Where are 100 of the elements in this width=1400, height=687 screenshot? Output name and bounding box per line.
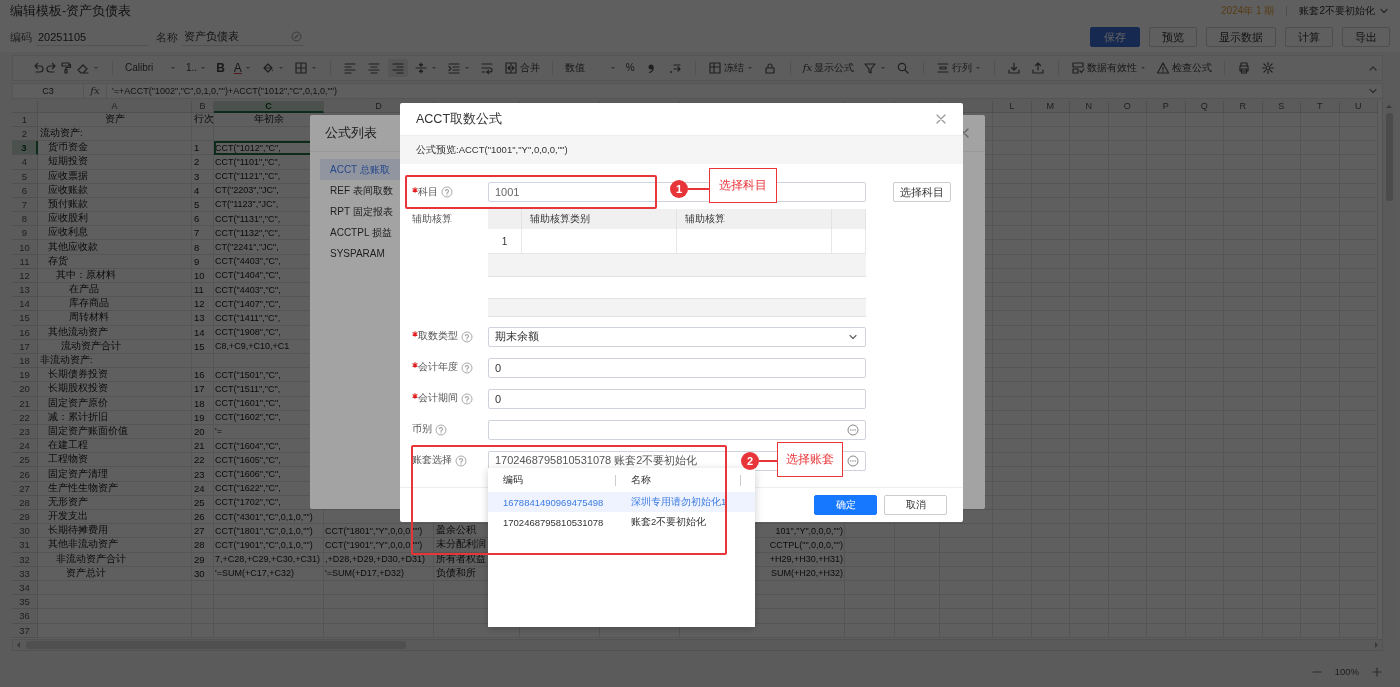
row-number[interactable]: 24 [12, 439, 38, 454]
action-button[interactable]: 预览 [1149, 27, 1197, 47]
row-number[interactable]: 29 [12, 510, 38, 525]
help-icon[interactable] [455, 454, 467, 467]
column-header: 名称 [631, 473, 651, 487]
bold-button[interactable]: B [213, 58, 228, 77]
input-field[interactable]: 0 [488, 357, 866, 378]
clear-icon[interactable] [291, 31, 302, 42]
align-left-icon[interactable] [342, 60, 357, 75]
action-button[interactable]: 保存 [1090, 27, 1140, 47]
formula-field[interactable]: '=+ACCT("1002","C",0,1,0,"")+ACCT("1012","C",0,1,0,"") [112, 85, 337, 96]
rows-columns-button[interactable]: 行列 [933, 58, 986, 77]
download-icon[interactable] [1007, 60, 1022, 75]
paint-brush-icon[interactable] [59, 60, 73, 75]
code-field[interactable]: 20251105 [36, 28, 148, 46]
table-cell: 长期债券投资 [38, 368, 192, 383]
step-badge: 2 [741, 452, 759, 470]
font-size-select[interactable]: 1.. [183, 60, 211, 76]
more-icon[interactable] [847, 454, 859, 467]
help-icon[interactable] [435, 423, 447, 436]
table-cell: CCT("1801","C",0,1,0,"") [214, 524, 324, 539]
row-number[interactable]: 36 [12, 609, 38, 624]
column-header[interactable]: N [1070, 100, 1109, 113]
zoom-in-icon[interactable] [1371, 666, 1383, 678]
font-select[interactable]: Calibri [122, 60, 180, 76]
dropdown-field[interactable]: 期末余额 [488, 326, 866, 347]
percent-button[interactable]: % [622, 60, 638, 76]
account-set-dropdown[interactable]: 账套2不要初始化 [1299, 4, 1390, 18]
table-cell: 7,+C28,+C29,+C30,+C31) [214, 552, 324, 567]
check-formula-button[interactable]: 检查公式 [1153, 58, 1216, 77]
align-right-button[interactable] [387, 58, 408, 77]
table-cell: 应收股利 [38, 212, 192, 227]
column-header[interactable]: M [1031, 100, 1070, 113]
input-field[interactable]: 0 [488, 388, 866, 409]
table-cell: 开发支出 [38, 510, 192, 525]
confirm-button[interactable]: 确定 [814, 495, 877, 515]
table-cell: 资产总计 [38, 566, 192, 581]
settings-icon[interactable] [1261, 60, 1276, 75]
table-cell: 20 [192, 424, 214, 440]
more-icon[interactable] [847, 423, 859, 436]
row-number[interactable]: 26 [12, 467, 38, 482]
table-cell: 23 [192, 467, 214, 482]
filter-icon [863, 60, 878, 75]
table-cell: 3 [192, 169, 214, 184]
upload-icon[interactable] [1031, 60, 1046, 75]
help-icon[interactable] [441, 186, 453, 198]
table-cell: 非流动资产: [38, 353, 192, 369]
font-color-button[interactable]: A [230, 58, 255, 77]
function-label: fx [84, 83, 107, 98]
table-cell: 27 [192, 524, 214, 539]
row-number[interactable]: 3 [12, 141, 38, 156]
table-cell: ,+D28,+D29,+D30,+D31) [324, 552, 434, 567]
show-formula-button[interactable]: fx 显示公式 [799, 58, 858, 77]
row-number[interactable]: 20 [12, 382, 38, 397]
table-cell: 9 [192, 254, 214, 269]
table-cell: 25 [192, 495, 214, 510]
printer-icon[interactable] [1237, 60, 1252, 75]
select-subject-button[interactable]: 选择科目 [893, 182, 951, 202]
cell-reference-field[interactable]: C3 [13, 83, 84, 98]
period-label: 2024年 1 期 [1221, 4, 1275, 18]
leader-line [688, 188, 709, 190]
search-icon[interactable] [896, 60, 911, 75]
action-button[interactable]: 显示数据 [1206, 27, 1276, 47]
name-field[interactable]: 资产负债表 [182, 28, 304, 46]
step-badge: 1 [670, 180, 688, 198]
table-cell: 5 [192, 197, 214, 213]
picker-field[interactable] [488, 419, 866, 440]
table-cell: 17 [192, 382, 214, 397]
help-icon[interactable] [461, 392, 473, 405]
number-format-select[interactable]: 数值 [561, 58, 620, 77]
help-icon[interactable] [461, 330, 473, 343]
column-header[interactable]: L [993, 100, 1032, 113]
lock-icon[interactable] [762, 60, 777, 75]
table-cell: 生产性生物资产 [38, 481, 192, 496]
action-button[interactable]: 导出 [1342, 27, 1390, 47]
table-cell: 6 [192, 212, 214, 227]
field-label: 科目 [418, 185, 438, 199]
table-cell: 15 [192, 339, 214, 354]
action-button[interactable]: 计算 [1285, 27, 1333, 47]
column-header[interactable]: C [214, 100, 324, 113]
align-center-icon[interactable] [366, 60, 381, 75]
table-cell: 19 [192, 410, 214, 425]
cancel-button[interactable]: 取消 [884, 495, 947, 515]
merge-button[interactable]: 合并 [500, 58, 543, 77]
close-icon[interactable] [935, 113, 947, 125]
table-cell: 11 [192, 283, 214, 298]
rows-columns-icon [936, 60, 951, 75]
help-icon[interactable] [461, 361, 473, 374]
vertical-align-icon [413, 60, 428, 75]
row-number[interactable]: 25 [12, 453, 38, 468]
row-number[interactable]: 31 [12, 538, 38, 553]
wrap-text-icon[interactable] [479, 60, 494, 75]
horizontal-scrollbar[interactable] [12, 639, 1383, 652]
field-label: 辅助核算 [412, 213, 452, 226]
table-cell: 固定资产清理 [38, 467, 192, 482]
table-cell: 12 [192, 297, 214, 312]
column-header [488, 209, 522, 229]
table-cell: 短期投资 [38, 155, 192, 170]
table-cell: '=SUM(+D17,+D32) [324, 566, 434, 581]
table-cell: 应收利息 [38, 226, 192, 241]
